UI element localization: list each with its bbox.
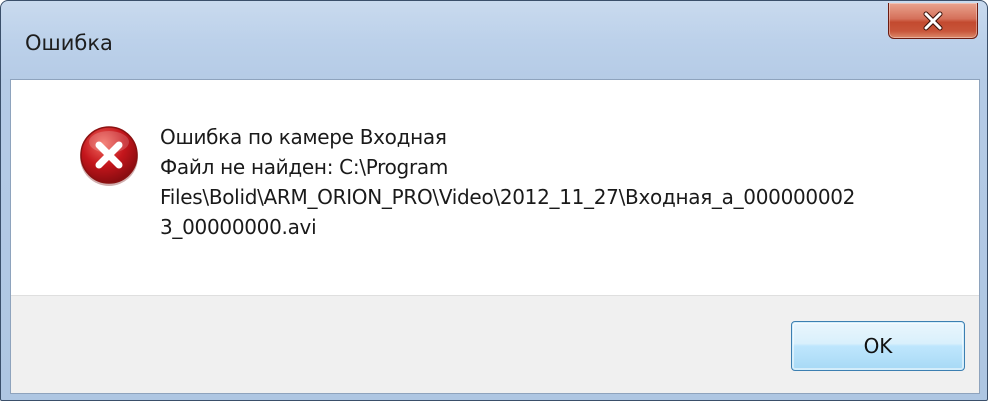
error-dialog-window: Ошибка Ошибка по камере Входная Файл не … bbox=[0, 0, 988, 401]
title-bar[interactable]: Ошибка bbox=[1, 1, 987, 79]
error-message: Ошибка по камере Входная Файл не найден:… bbox=[160, 122, 920, 242]
message-line: Ошибка по камере Входная bbox=[160, 125, 447, 149]
error-icon bbox=[80, 126, 138, 186]
button-bar: OK bbox=[11, 295, 979, 393]
message-line: Файл не найден: C:\Program bbox=[160, 155, 449, 179]
dialog-client-area: Ошибка по камере Входная Файл не найден:… bbox=[10, 79, 980, 394]
ok-button[interactable]: OK bbox=[791, 321, 965, 371]
close-icon bbox=[923, 11, 943, 30]
window-title: Ошибка bbox=[25, 31, 113, 55]
message-panel: Ошибка по камере Входная Файл не найден:… bbox=[11, 80, 979, 295]
message-line: 3_00000000.avi bbox=[160, 215, 317, 239]
close-button[interactable] bbox=[888, 3, 978, 39]
message-line: Files\Bolid\ARM_ORION_PRO\Video\2012_11_… bbox=[160, 185, 856, 209]
